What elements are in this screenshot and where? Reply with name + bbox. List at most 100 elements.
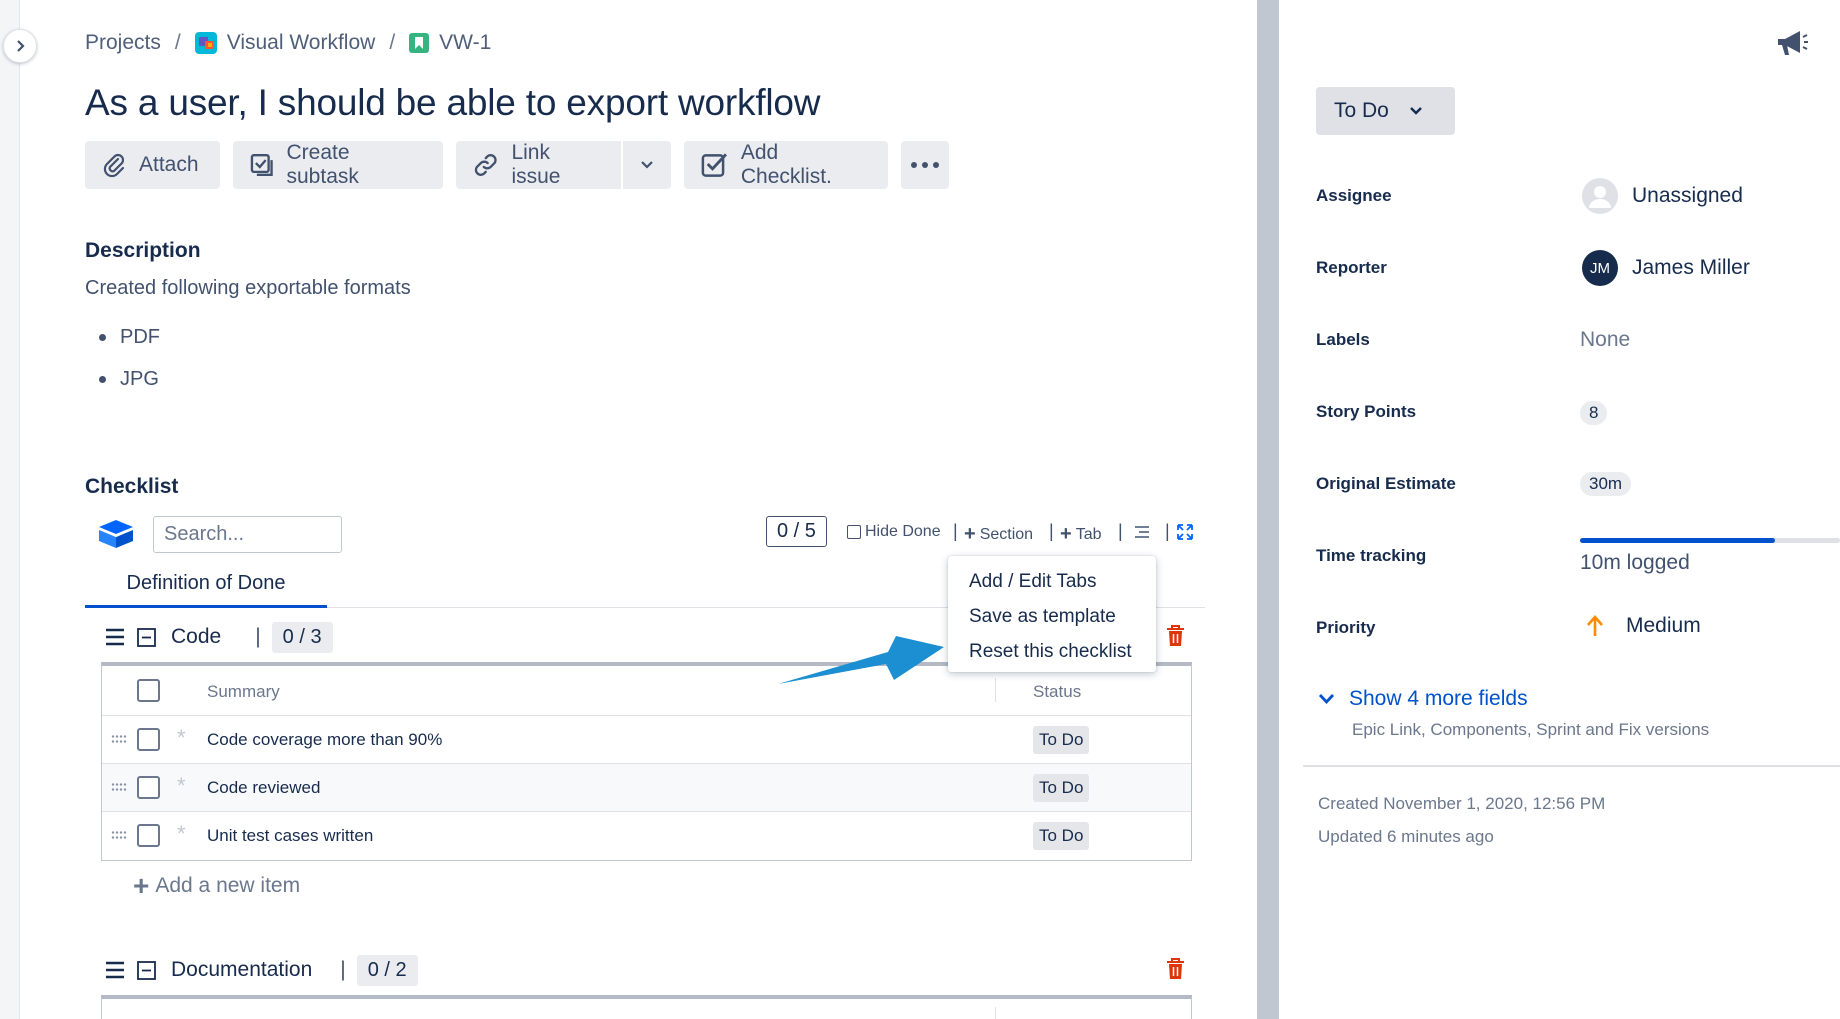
hamburger-icon[interactable]: [105, 961, 125, 979]
column-divider: [995, 678, 996, 702]
breadcrumb-projects[interactable]: Projects: [85, 31, 161, 55]
collapse-icon[interactable]: [137, 960, 156, 980]
status-badge[interactable]: To Do: [1033, 822, 1090, 850]
drag-handle-icon[interactable]: [111, 734, 127, 744]
item-summary[interactable]: Code coverage more than 90%: [207, 730, 442, 750]
project-icon: [194, 32, 217, 54]
assignee-label: Assignee: [1316, 186, 1392, 205]
section-progress: 0 / 3: [271, 621, 333, 653]
checklist-options-menu: Add / Edit Tabs Save as template Reset t…: [948, 556, 1156, 672]
mandatory-star-icon: *: [177, 821, 186, 846]
drag-handle-icon[interactable]: [111, 782, 127, 792]
annotation-arrow-icon: [778, 636, 944, 684]
link-icon: [474, 154, 497, 176]
add-item-label: Add a new item: [155, 874, 301, 897]
megaphone-icon[interactable]: [1776, 28, 1808, 58]
attach-label: Attach: [139, 153, 199, 176]
plus-icon: +: [1060, 523, 1072, 545]
more-actions-button[interactable]: [901, 141, 949, 189]
status-badge[interactable]: To Do: [1033, 774, 1090, 802]
item-summary[interactable]: Unit test cases written: [207, 826, 373, 846]
divider: [1303, 765, 1840, 767]
priority-label: Priority: [1316, 618, 1376, 637]
column-header-status: Status: [1033, 682, 1082, 701]
panel-divider[interactable]: [1257, 0, 1279, 1019]
link-issue-dropdown[interactable]: [623, 141, 671, 189]
table-row: * Code coverage more than 90% To Do: [102, 716, 1191, 764]
assignee-field[interactable]: Unassigned: [1582, 178, 1743, 214]
time-tracking-bar-fill: [1580, 538, 1775, 543]
hide-done-label: Hide Done: [865, 523, 941, 540]
page-title: As a user, I should be able to export wo…: [85, 82, 821, 123]
toolbar-divider: |: [953, 521, 958, 541]
menu-item-save-template[interactable]: Save as template: [948, 599, 1156, 634]
checklist-search-input[interactable]: [153, 516, 342, 553]
menu-item-reset-checklist[interactable]: Reset this checklist: [948, 634, 1156, 669]
story-points-label: Story Points: [1316, 402, 1417, 421]
create-subtask-button[interactable]: Create subtask: [233, 141, 443, 189]
item-summary[interactable]: Code reviewed: [207, 778, 320, 798]
add-tab-button[interactable]: + Tab: [1060, 523, 1101, 546]
drag-handle-icon[interactable]: [111, 830, 127, 840]
mandatory-star-icon: *: [177, 773, 186, 798]
labels-field[interactable]: None: [1580, 328, 1630, 352]
section-header-code: Code | 0 / 3: [105, 621, 333, 653]
breadcrumb-project-label: Visual Workflow: [226, 31, 376, 54]
column-divider: [995, 1007, 996, 1019]
bullet-text: PDF: [120, 326, 160, 348]
paperclip-icon: [103, 153, 125, 178]
section-header-documentation: Documentation | 0 / 2: [105, 954, 418, 986]
list-icon[interactable]: [1134, 525, 1150, 539]
checklist-heading: Checklist: [85, 475, 179, 498]
reporter-field[interactable]: JM James Miller: [1582, 250, 1750, 286]
item-checkbox[interactable]: [137, 824, 160, 847]
time-tracking-field[interactable]: 10m logged: [1580, 538, 1840, 590]
breadcrumb-separator: /: [389, 31, 396, 54]
toolbar-divider: |: [1118, 521, 1123, 541]
expand-icon[interactable]: [1177, 524, 1193, 540]
add-section-button[interactable]: + Section: [964, 523, 1033, 546]
chevron-right-icon: [17, 40, 25, 52]
hide-done-toggle[interactable]: Hide Done: [847, 523, 941, 541]
more-fields-hint: Epic Link, Components, Sprint and Fix ve…: [1352, 720, 1710, 739]
original-estimate-field[interactable]: 30m: [1580, 472, 1632, 496]
hamburger-icon[interactable]: [105, 628, 125, 646]
original-estimate-label: Original Estimate: [1316, 474, 1456, 493]
menu-item-edit-tabs[interactable]: Add / Edit Tabs: [948, 564, 1156, 599]
link-issue-label: Link issue: [511, 141, 561, 188]
item-checkbox[interactable]: [137, 728, 160, 751]
trash-icon[interactable]: [1166, 958, 1185, 980]
time-tracking-bar: [1580, 538, 1840, 543]
section-name[interactable]: Code: [171, 625, 221, 649]
show-more-fields-button[interactable]: Show 4 more fields: [1318, 687, 1528, 711]
section-pipe: |: [255, 625, 261, 648]
tab-definition-of-done[interactable]: Definition of Done: [85, 562, 327, 608]
story-points-value: 8: [1580, 401, 1608, 425]
trash-icon[interactable]: [1166, 625, 1185, 647]
section-pipe: |: [340, 958, 346, 981]
add-item-button[interactable]: + Add a new item: [133, 872, 301, 900]
arrow-up-icon: [1587, 615, 1603, 636]
priority-field[interactable]: Medium: [1586, 614, 1701, 638]
status-dropdown[interactable]: To Do: [1316, 87, 1455, 135]
checklist-progress: 0 / 5: [766, 516, 827, 547]
left-rail: [0, 0, 20, 1019]
status-dropdown-label: To Do: [1334, 99, 1389, 122]
item-checkbox[interactable]: [137, 776, 160, 799]
labels-value: None: [1580, 328, 1631, 351]
collapse-icon[interactable]: [137, 627, 156, 647]
breadcrumb-project[interactable]: Visual Workflow: [194, 31, 376, 55]
story-points-field[interactable]: 8: [1580, 401, 1608, 425]
hide-done-checkbox[interactable]: [847, 525, 861, 539]
plus-icon: +: [964, 523, 976, 545]
checklist-table-code: Summary Status * Code coverage more than…: [101, 662, 1192, 861]
link-issue-button[interactable]: Link issue: [456, 141, 621, 189]
expand-sidebar-button[interactable]: [3, 29, 37, 63]
add-checklist-button[interactable]: Add Checklist.: [684, 141, 888, 189]
subtask-icon: [250, 154, 273, 176]
attach-button[interactable]: Attach: [85, 141, 220, 189]
breadcrumb-issue[interactable]: VW-1: [409, 31, 491, 55]
select-all-checkbox[interactable]: [137, 679, 160, 702]
section-name[interactable]: Documentation: [171, 958, 312, 982]
status-badge[interactable]: To Do: [1033, 726, 1090, 754]
